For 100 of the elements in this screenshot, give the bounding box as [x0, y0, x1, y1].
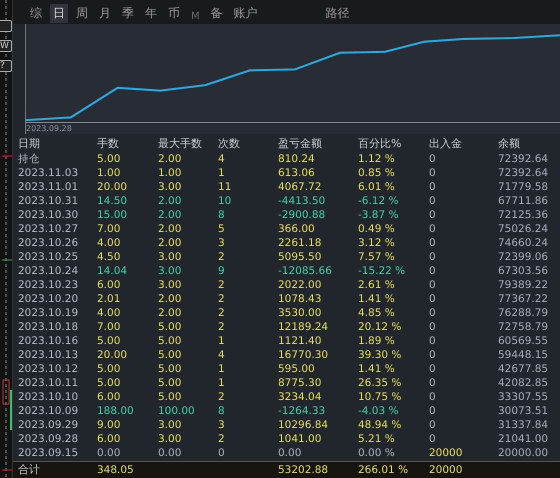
- profit-cell-text: 366.00: [278, 222, 316, 236]
- profit-cell-text: 613.06: [278, 166, 316, 180]
- tab[interactable]: 月: [96, 4, 114, 23]
- percent-cell-text: 266.01 %: [358, 463, 410, 478]
- count-cell-text: 10: [218, 194, 232, 208]
- side-button[interactable]: W: [0, 40, 12, 52]
- balance-cell-text: 30073.51: [498, 404, 550, 418]
- lots-cell-text: 348.05: [97, 463, 135, 478]
- deposit-cell-text: 0: [429, 404, 437, 418]
- profit-cell-text: 8775.30: [278, 376, 322, 390]
- balance-cell-text: 77367.22: [498, 292, 550, 306]
- percent-cell-text: 0.00 %: [358, 446, 396, 460]
- column-header: 盈亏金额: [278, 136, 323, 152]
- lots-cell-text: 5.00: [97, 376, 122, 390]
- count-cell-text: 1: [218, 334, 226, 348]
- max-lots-cell-text: 5.00: [158, 390, 182, 404]
- deposit-cell-text: 0: [429, 250, 437, 264]
- max-lots-cell-text: 3.00: [158, 180, 182, 194]
- deposit-cell-text: 0: [429, 152, 437, 166]
- max-lots-cell-text: 100.00: [158, 404, 196, 418]
- percent-cell-text: 2.61 %: [358, 278, 396, 292]
- date-cell-text: 2023.10.31: [18, 194, 80, 208]
- date-cell-text: 2023.10.12: [18, 362, 80, 376]
- percent-cell-text: -4.03 %: [358, 404, 400, 418]
- lots-cell-text: 7.00: [97, 222, 122, 236]
- lots-cell-text: 7.00: [97, 320, 122, 334]
- percent-cell-text: 7.57 %: [358, 250, 396, 264]
- column-header: 百分比%: [358, 136, 402, 152]
- tab[interactable]: 币: [165, 4, 183, 23]
- max-lots-cell-text: 2.00: [158, 208, 182, 222]
- date-cell-text: 2023.10.25: [18, 250, 80, 264]
- tab[interactable]: 年: [142, 4, 160, 23]
- count-cell-text: 1: [218, 376, 226, 390]
- lots-cell-text: 15.00: [97, 208, 128, 222]
- deposit-cell-text: 0: [429, 166, 437, 180]
- percent-cell-text: 26.35 %: [358, 376, 402, 390]
- tab[interactable]: 周: [73, 4, 91, 23]
- max-lots-cell-text: 5.00: [158, 334, 182, 348]
- count-cell-text: 2: [218, 250, 226, 264]
- max-lots-cell-text: 5.00: [158, 362, 182, 376]
- profit-cell-text: 12189.24: [278, 320, 330, 334]
- profit-cell-text: 5095.50: [278, 250, 322, 264]
- balance-cell-text: 60569.55: [498, 334, 550, 348]
- percent-cell-text: 39.30 %: [358, 348, 402, 362]
- profit-cell-text: -2900.88: [278, 208, 326, 222]
- percent-cell-text: -15.22 %: [358, 264, 406, 278]
- column-header: 日期: [18, 136, 41, 152]
- count-cell-text: 2: [218, 278, 226, 292]
- count-cell-text: 2: [218, 432, 226, 446]
- tab[interactable]: 季: [119, 4, 137, 23]
- max-lots-cell-text: 5.00: [158, 376, 182, 390]
- date-cell-text: 2023.11.01: [18, 180, 80, 194]
- lots-cell-text: 4.50: [97, 250, 122, 264]
- count-cell-text: 9: [218, 264, 226, 278]
- lots-cell-text: 1.00: [97, 166, 122, 180]
- tab[interactable]: 综: [27, 4, 45, 23]
- deposit-cell-text: 0: [429, 348, 437, 362]
- profit-cell-text: -1264.33: [278, 404, 326, 418]
- lots-cell-text: 20.00: [97, 180, 128, 194]
- count-cell-text: 4: [218, 152, 226, 166]
- tab[interactable]: 备: [208, 4, 226, 23]
- deposit-cell-text: 0: [429, 292, 437, 306]
- profit-cell-text: 0.00: [278, 446, 302, 460]
- deposit-cell-text: 0: [429, 432, 437, 446]
- balance-cell-text: 72392.64: [498, 152, 550, 166]
- lots-cell-text: 2.01: [97, 292, 122, 306]
- date-cell-text: 2023.10.27: [18, 222, 80, 236]
- max-lots-cell-text: 2.00: [158, 236, 182, 250]
- deposit-cell-text: 0: [429, 418, 437, 432]
- balance-cell-text: 72125.36: [498, 208, 550, 222]
- percent-cell-text: -3.87 %: [358, 208, 400, 222]
- tab[interactable]: 日: [50, 4, 68, 23]
- profit-cell-text: 2261.18: [278, 236, 322, 250]
- balance-cell-text: 72392.64: [498, 166, 550, 180]
- side-button[interactable]: ?: [0, 60, 12, 72]
- lots-cell-text: 4.00: [97, 236, 122, 250]
- lots-cell-text: 14.04: [97, 264, 128, 278]
- balance-cell-text: 59448.15: [498, 348, 550, 362]
- percent-cell-text: 20.12 %: [358, 320, 402, 334]
- lots-cell-text: 20.00: [97, 348, 128, 362]
- percent-cell-text: -6.12 %: [358, 194, 400, 208]
- tab[interactable]: 账户: [230, 4, 261, 23]
- profit-cell-text: 2022.00: [278, 278, 322, 292]
- deposit-cell-text: 20000: [429, 446, 464, 460]
- percent-cell-text: 1.41 %: [358, 292, 396, 306]
- balance-cell-text: 42677.85: [498, 362, 550, 376]
- column-header: 次数: [218, 136, 241, 152]
- deposit-cell-text: 20000: [429, 463, 464, 478]
- max-lots-cell-text: 3.00: [158, 418, 182, 432]
- max-lots-cell-text: 3.00: [158, 250, 182, 264]
- side-button-icon[interactable]: [0, 20, 12, 32]
- deposit-cell-text: 0: [429, 362, 437, 376]
- count-cell-text: 1: [218, 166, 226, 180]
- profit-cell-text: 10296.84: [278, 418, 330, 432]
- count-cell-text: 4: [218, 348, 226, 362]
- deposit-cell-text: 0: [429, 222, 437, 236]
- balance-cell-text: 72758.79: [498, 320, 550, 334]
- max-lots-cell-text: 2.00: [158, 194, 182, 208]
- path-label: 路径: [326, 5, 350, 22]
- balance-cell-text: 42082.85: [498, 376, 550, 390]
